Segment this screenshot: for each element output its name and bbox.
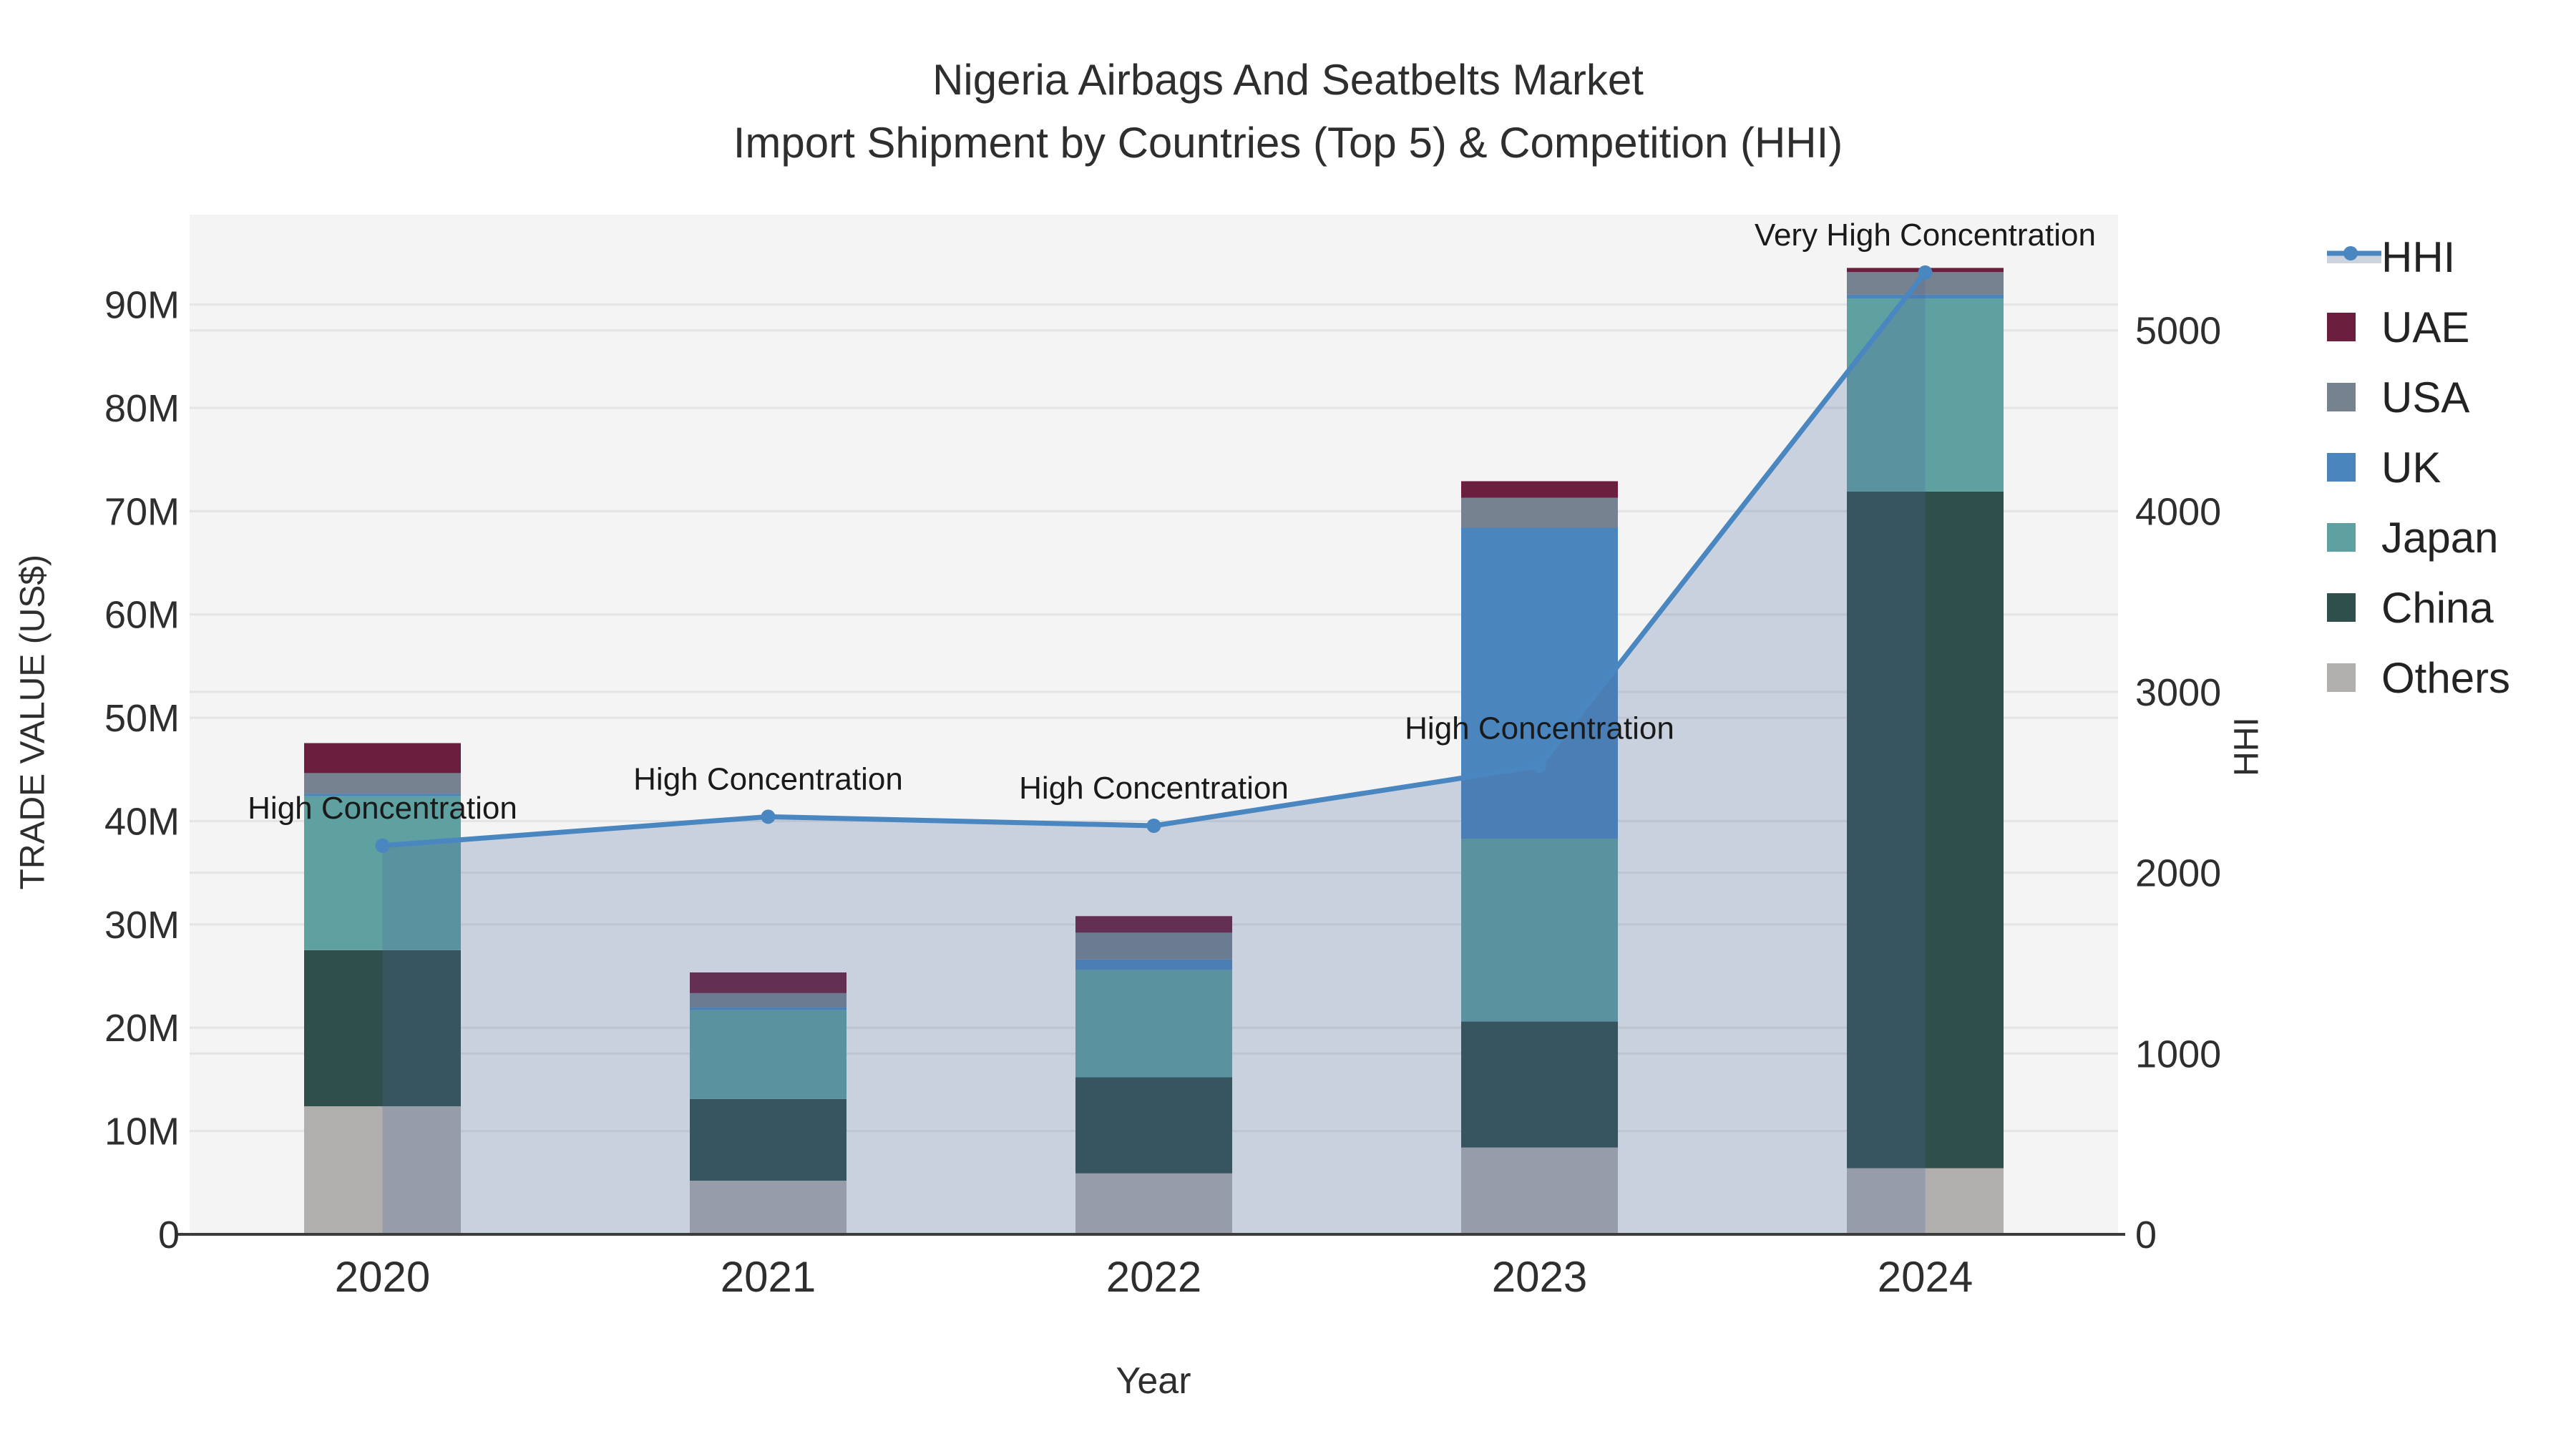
y-left-tick-label: 80M	[104, 387, 180, 430]
legend-item-hhi[interactable]: HHI	[2327, 222, 2510, 292]
x-tick-label: 2020	[335, 1253, 430, 1301]
plot-area: 0 10M 20M 30M 40M 50M 60M 70M 80M 90M 0 1000 2000 300…	[0, 0, 2576, 1449]
y-right-axis-title: HHI	[2228, 611, 2267, 883]
bar-segment-usa-2023[interactable]	[1461, 498, 1618, 528]
hhi-point-2021[interactable]	[761, 809, 776, 824]
bar-segment-uae-2023[interactable]	[1461, 482, 1618, 498]
legend-label-hhi: HHI	[2381, 233, 2455, 282]
legend-label-others: Others	[2381, 653, 2510, 703]
y-right-tick-label: 5000	[2135, 310, 2221, 353]
japan-swatch-icon	[2327, 523, 2356, 552]
usa-swatch-icon	[2327, 383, 2356, 411]
uae-swatch-icon	[2327, 313, 2356, 341]
y-right-tick-label: 3000	[2135, 671, 2221, 714]
annotation-2021: High Concentration	[633, 761, 903, 796]
hhi-point-2023[interactable]	[1533, 759, 1547, 774]
hhi-point-2024[interactable]	[1918, 265, 1933, 280]
legend-label-china: China	[2381, 583, 2494, 633]
hhi-point-2022[interactable]	[1147, 819, 1161, 833]
y-right-tick-label: 1000	[2135, 1033, 2221, 1075]
legend-item-usa[interactable]: USA	[2327, 362, 2510, 432]
hhi-legend-swatch-icon	[2327, 241, 2387, 273]
legend-item-uae[interactable]: UAE	[2327, 292, 2510, 362]
x-tick-label: 2021	[721, 1253, 816, 1301]
annotation-2022: High Concentration	[1019, 771, 1289, 806]
y-left-tick-label: 0	[158, 1214, 180, 1257]
y-left-axis-title: TRADE VALUE (US$)	[14, 604, 53, 890]
annotation-2024: Very High Concentration	[1755, 218, 2096, 253]
hhi-point-2020[interactable]	[376, 839, 390, 853]
bar-segment-uae-2020[interactable]	[304, 743, 461, 774]
y-left-tick-label: 70M	[104, 490, 180, 533]
annotation-2023: High Concentration	[1405, 711, 1674, 746]
y-left-tick-label: 30M	[104, 904, 180, 947]
y-right-tick-label: 4000	[2135, 490, 2221, 533]
legend-item-japan[interactable]: Japan	[2327, 502, 2510, 572]
x-tick-label: 2023	[1492, 1253, 1587, 1301]
annotation-2020: High Concentration	[248, 791, 517, 826]
legend-item-others[interactable]: Others	[2327, 643, 2510, 713]
x-axis-title: Year	[939, 1360, 1368, 1402]
y-left-tick-label: 60M	[104, 594, 180, 637]
x-tick-label: 2022	[1106, 1253, 1201, 1301]
y-left-tick-label: 50M	[104, 697, 180, 740]
legend-item-uk[interactable]: UK	[2327, 432, 2510, 502]
legend-item-china[interactable]: China	[2327, 572, 2510, 643]
legend-label-uk: UK	[2381, 443, 2441, 492]
legend-label-uae: UAE	[2381, 303, 2469, 352]
uk-swatch-icon	[2327, 453, 2356, 482]
legend-label-usa: USA	[2381, 373, 2469, 422]
y-left-tick-label: 10M	[104, 1111, 180, 1153]
legend-label-japan: Japan	[2381, 513, 2498, 562]
x-tick-label: 2024	[1878, 1253, 1973, 1301]
legend: HHI UAE USA UK Japan China Others	[2327, 222, 2510, 713]
y-left-tick-label: 40M	[104, 801, 180, 844]
figure: Nigeria Airbags And Seatbelts Market Imp…	[0, 0, 2576, 1449]
y-left-tick-label: 20M	[104, 1007, 180, 1050]
y-right-tick-label: 2000	[2135, 852, 2221, 895]
y-right-tick-label: 0	[2135, 1214, 2157, 1257]
y-left-tick-label: 90M	[104, 284, 180, 327]
china-swatch-icon	[2327, 593, 2356, 622]
others-swatch-icon	[2327, 663, 2356, 692]
